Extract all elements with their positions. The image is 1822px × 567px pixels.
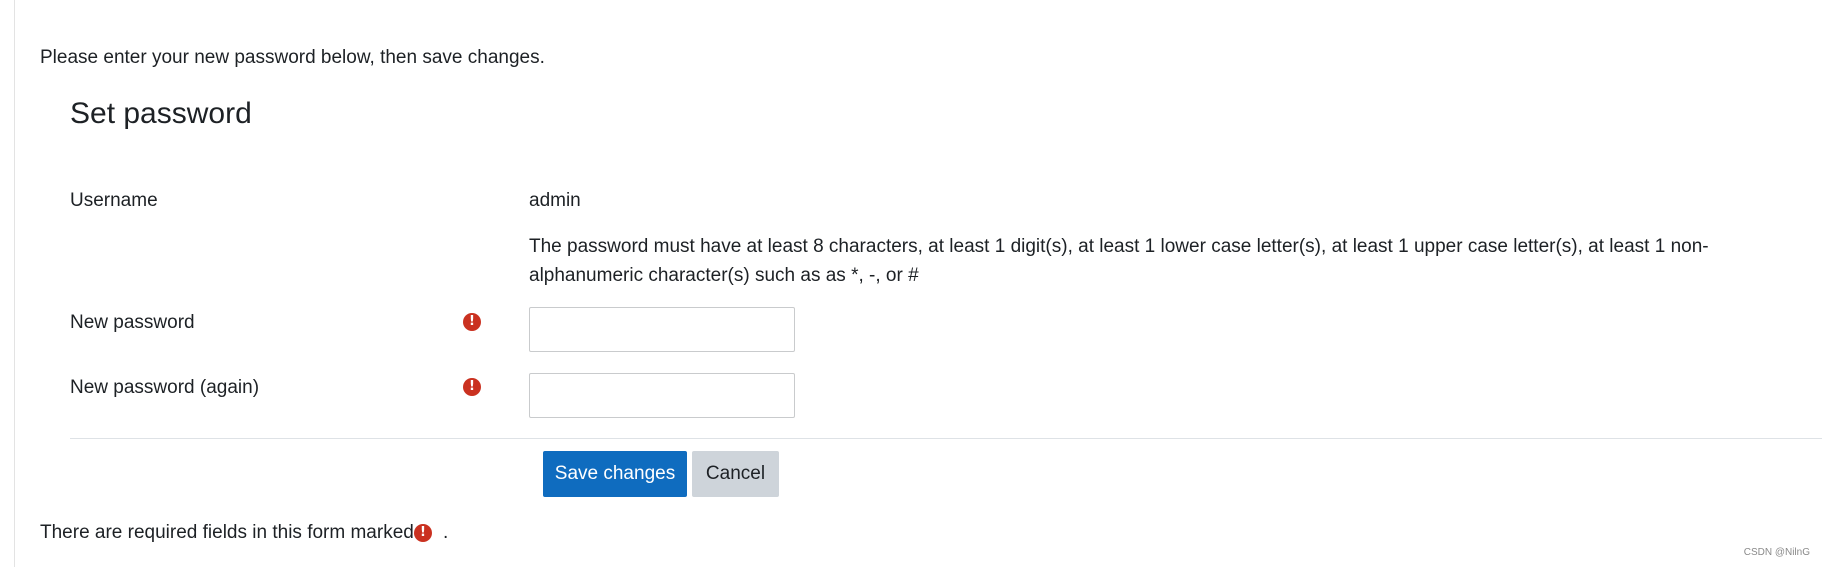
save-changes-button[interactable]: Save changes — [543, 451, 687, 497]
left-border — [14, 0, 15, 567]
intro-text: Please enter your new password below, th… — [40, 47, 545, 68]
new-password-again-label: New password (again) — [70, 377, 260, 398]
username-value: admin — [529, 190, 581, 211]
watermark: CSDN @NilnG — [1743, 547, 1810, 558]
required-fields-note: There are required fields in this form m… — [40, 522, 414, 543]
username-label: Username — [70, 190, 158, 211]
form-divider — [70, 438, 1822, 439]
page: Please enter your new password below, th… — [0, 0, 1822, 567]
new-password-again-input[interactable] — [529, 373, 795, 418]
required-exclamation-icon: ! — [414, 524, 432, 542]
required-fields-note-period: . — [443, 522, 449, 543]
password-rules: The password must have at least 8 charac… — [529, 236, 1709, 286]
required-exclamation-icon: ! — [463, 378, 481, 396]
new-password-input[interactable] — [529, 307, 795, 352]
form-title: Set password — [70, 97, 252, 130]
new-password-label: New password — [70, 312, 195, 333]
cancel-button[interactable]: Cancel — [692, 451, 779, 497]
required-exclamation-icon: ! — [463, 313, 481, 331]
